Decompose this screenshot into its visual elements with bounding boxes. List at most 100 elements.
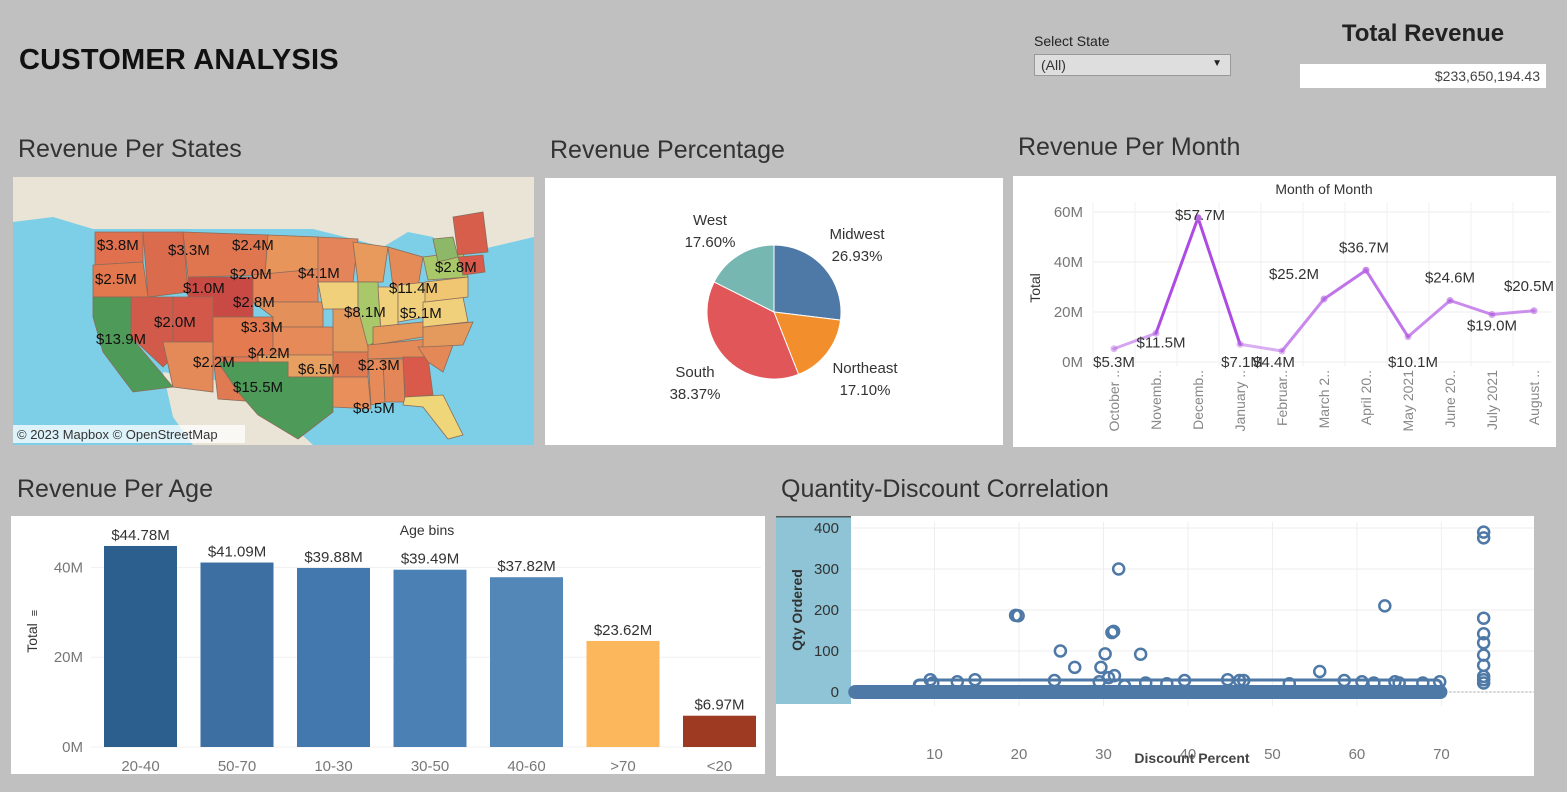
map-label: $5.1M [400,305,442,322]
map-label: $2.5M [95,271,137,288]
line-point[interactable] [1446,297,1454,304]
line-x-tick: August .. [1526,370,1542,425]
revenue-percentage-panel: Midwest 26.93% Northeast 17.10% South 38.37% W… [545,178,1003,445]
line-chart-title: Month of Month [1275,181,1372,197]
line-x-tick: May 2021 [1400,370,1416,432]
pie-chart[interactable]: Midwest 26.93% Northeast 17.10% South 38.37% W… [545,178,1003,445]
map-label: $2.2M [193,354,235,371]
bar-x-tick: 10-30 [314,758,352,774]
line-x-tick: July 2021 [1484,370,1500,430]
bar-<20[interactable] [683,715,756,747]
states-map[interactable]: $3.8M $3.3M $2.4M $2.5M $2.0M $1.0M $4.1… [13,177,534,445]
bar-data-label: $39.88M [304,549,362,566]
sort-icon[interactable]: ≡ [29,610,41,616]
scatter-x-tick: 20 [1011,746,1028,763]
bar-data-label: $41.09M [208,544,266,561]
scatter-point[interactable] [1067,660,1082,675]
pie-value-label: 17.10% [840,382,891,399]
revenue-per-month-title: Revenue Per Month [1018,133,1241,161]
scatter-point[interactable] [1312,664,1327,679]
bar-data-label: $6.97M [694,697,744,714]
bar-chart-title: Age bins [400,522,454,538]
line-data-label: $24.6M [1425,270,1475,287]
dropdown-arrow-icon[interactable]: ▼ [1212,58,1222,69]
state-filter-label: Select State [1034,33,1110,49]
map-label: $3.8M [97,237,139,254]
line-data-label: $19.0M [1467,318,1517,335]
line-data-label: $36.7M [1339,239,1389,256]
bar-10-30[interactable] [297,567,370,747]
map-attribution[interactable]: © 2023 Mapbox © OpenStreetMap [17,427,218,442]
map-label: $3.3M [241,319,283,336]
page-title: CUSTOMER ANALYSIS [19,44,339,76]
map-label: $4.2M [248,345,290,362]
line-data-label: $20.5M [1504,278,1554,295]
line-x-tick: June 20.. [1442,370,1458,428]
scatter-x-axis-title: Discount Percent [1134,750,1249,766]
line-y-axis-title: Total [1027,273,1043,303]
pie-label: Midwest [829,226,885,243]
map-label: $2.8M [435,259,477,276]
state-maine[interactable] [452,211,489,256]
line-point[interactable] [1362,266,1370,274]
scatter-point[interactable] [1098,647,1112,661]
scatter-chart[interactable]: Qty Ordered10 20 30 40 50 60 700100200300400Di… [776,516,1534,776]
quantity-discount-panel: Qty Ordered 10 20 30 40 50 60 70 0 100 200 300 400 Di… [776,516,1534,776]
line-segment [1490,309,1536,316]
bar-20-40[interactable] [104,545,177,747]
scatter-y-tick: 300 [814,561,839,578]
map-label: $6.5M [298,361,340,378]
state-georgia[interactable] [402,356,434,398]
scatter-y-tick: 100 [814,643,839,660]
pie-label: South [675,364,714,381]
map-label: $4.1M [298,265,340,282]
scatter-y-tick: 200 [814,602,839,619]
line-point[interactable] [1530,307,1538,315]
map-label: $3.3M [168,242,210,259]
line-point[interactable] [1404,333,1412,341]
bar-50-70[interactable] [200,562,274,747]
bar-x-tick: <20 [707,758,732,774]
line-x-tick: Novemb.. [1148,370,1164,430]
pie-value-label: 17.60% [685,234,736,251]
bar-data-label: $37.82M [497,558,555,575]
line-data-label: $11.5M [1137,334,1186,351]
line-point[interactable] [1236,340,1244,348]
bar->70[interactable] [586,640,660,747]
map-label: $13.9M [96,331,146,348]
bar-y-tick: 0M [62,739,83,756]
pie-value-label: 38.37% [670,386,721,403]
map-label: $2.4M [232,237,274,254]
revenue-per-states-title: Revenue Per States [18,135,242,163]
map-label: $2.0M [230,266,272,283]
scatter-point[interactable] [1094,660,1108,675]
bar-x-tick: 20-40 [121,758,159,774]
bar-x-tick: >70 [610,758,635,774]
bar-40-60[interactable] [490,577,563,747]
bar-x-tick: 40-60 [507,758,545,774]
line-data-label: $10.1M [1388,354,1438,371]
state-wisconsin[interactable] [352,241,389,283]
line-chart[interactable]: Month of Month Total 0M 20M 40M 60M $5.3M$11.5… [1013,176,1556,447]
line-x-tick: March 2.. [1316,370,1332,428]
scatter-point[interactable] [1476,611,1491,625]
state-filter-dropdown[interactable]: (All) ▼ [1034,54,1231,76]
line-x-tick: Decemb.. [1190,370,1206,430]
pie-label: West [693,212,728,229]
scatter-point[interactable] [1133,647,1148,662]
map-label: $2.8M [233,294,275,311]
line-point[interactable] [1320,295,1328,303]
bar-chart[interactable]: Age bins Total ≡ 0M 20M 40M $44.78M 20-40 $41.09… [11,516,765,774]
map-label: $8.5M [353,400,395,417]
line-x-tick: Februar.. [1274,370,1290,426]
line-data-label: $4.4M [1253,354,1295,371]
line-point[interactable] [1110,345,1118,353]
bar-30-50[interactable] [393,569,467,747]
quantity-discount-title: Quantity-Discount Correlation [781,475,1109,503]
states-map-panel[interactable]: $3.8M $3.3M $2.4M $2.5M $2.0M $1.0M $4.1… [13,177,534,445]
line-data-label: $5.3M [1093,354,1135,371]
line-data-label: $57.7M [1175,207,1225,224]
map-label: $8.1M [344,304,386,321]
map-label: $15.5M [233,379,283,396]
line-data-label: $25.2M [1269,266,1319,283]
